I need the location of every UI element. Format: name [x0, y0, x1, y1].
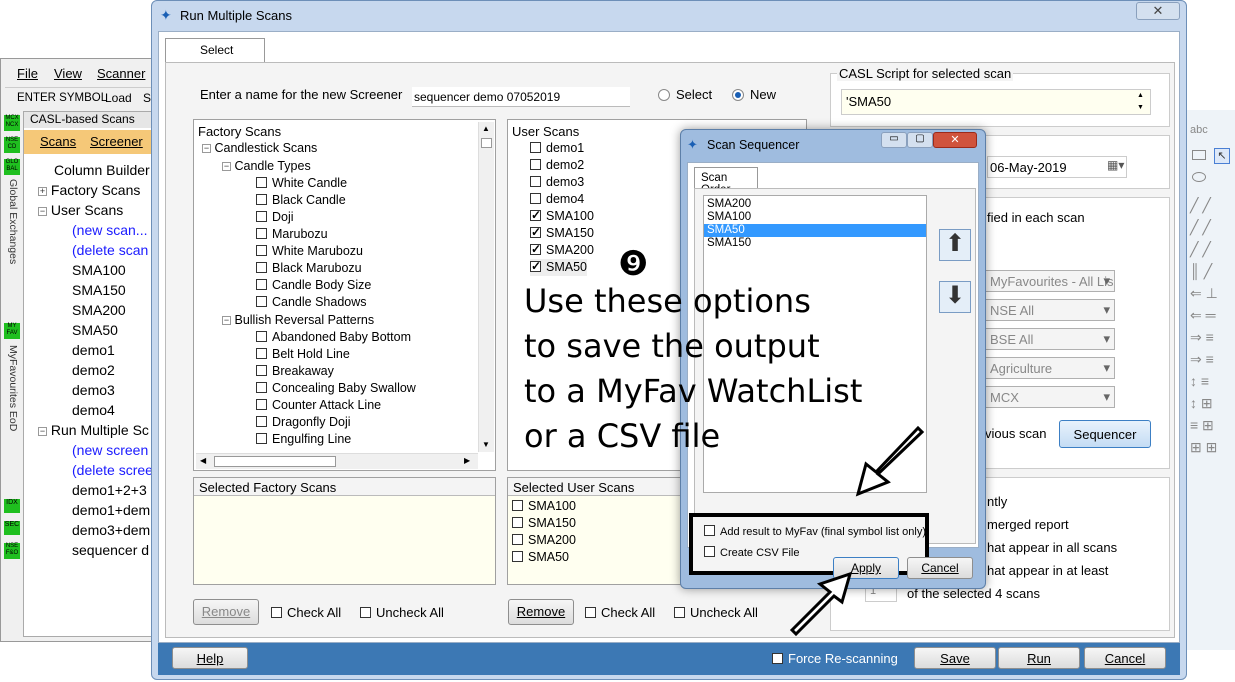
arrow-to-options-icon	[855, 425, 925, 497]
arrow-to-apply-icon	[789, 571, 853, 637]
pointer-arrows	[789, 425, 925, 637]
